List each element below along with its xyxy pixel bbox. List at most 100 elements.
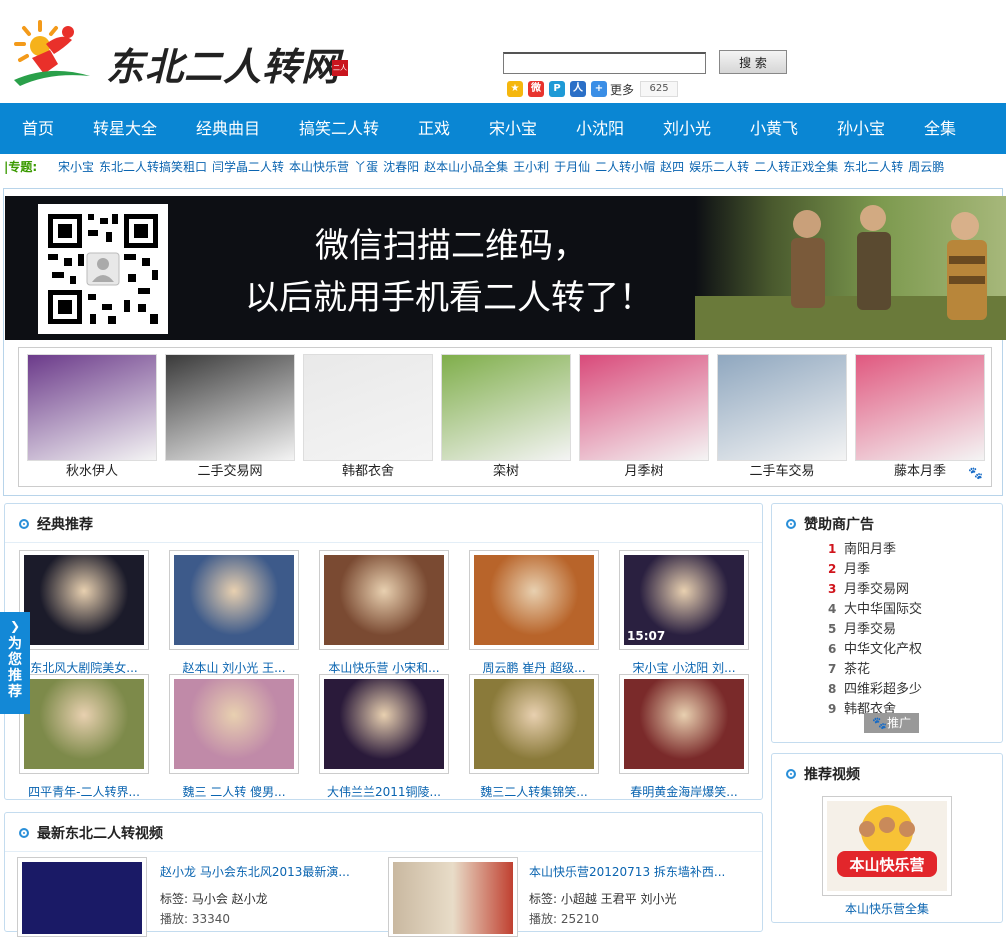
- sponsor-item[interactable]: 2 月季: [828, 559, 948, 579]
- topic-link[interactable]: 周云鹏: [908, 160, 944, 174]
- latest-title-1[interactable]: 赵小龙 马小会东北风2013最新演...: [160, 863, 350, 880]
- image-ad-item[interactable]: 秋水伊人: [27, 354, 157, 481]
- weibo-icon[interactable]: 微: [528, 81, 544, 97]
- image-ad-item[interactable]: 韩都衣舍: [303, 354, 433, 481]
- video-item[interactable]: 15:07 宋小宝 小沈阳 刘...: [619, 550, 749, 676]
- topic-link[interactable]: 沈春阳: [383, 160, 419, 174]
- image-ad-item[interactable]: 二手交易网: [165, 354, 295, 481]
- latest-thumb-2[interactable]: [388, 857, 518, 937]
- nav-funny[interactable]: 搞笑二人转: [299, 103, 379, 154]
- sponsor-item[interactable]: 3 月季交易网: [828, 579, 948, 599]
- nav-song-xiaobao[interactable]: 宋小宝: [489, 103, 537, 154]
- video-caption[interactable]: 大伟兰兰2011铜陵...: [319, 783, 449, 800]
- nav-sun-xiaobao[interactable]: 孙小宝: [837, 103, 885, 154]
- nav-zhengxi[interactable]: 正戏: [418, 103, 450, 154]
- image-ad-item[interactable]: 栾树: [441, 354, 571, 481]
- tencent-weibo-icon[interactable]: P: [549, 81, 565, 97]
- recommend-video-thumb[interactable]: 本山快乐营: [822, 796, 952, 896]
- nav-stars[interactable]: 转星大全: [93, 103, 157, 154]
- side-recommend-float[interactable]: ❯ 为您推荐: [0, 612, 30, 714]
- topic-link[interactable]: 丫蛋: [354, 160, 378, 174]
- video-item[interactable]: 本山快乐营 小宋和...: [319, 550, 449, 676]
- share-more-link[interactable]: 更多: [610, 81, 634, 98]
- video-thumb[interactable]: [19, 550, 149, 650]
- sponsor-item[interactable]: 7 茶花: [828, 659, 948, 679]
- video-item[interactable]: 魏三二人转集锦笑...: [469, 674, 599, 800]
- video-thumb-image: [474, 555, 594, 645]
- latest-title-2[interactable]: 本山快乐营20120713 拆东墙补西...: [529, 863, 725, 880]
- image-ad-item[interactable]: 藤本月季: [855, 354, 985, 481]
- topic-link[interactable]: 东北二人转搞笑粗口: [99, 160, 207, 174]
- sponsor-item[interactable]: 1 南阳月季: [828, 539, 948, 559]
- nav-classic[interactable]: 经典曲目: [196, 103, 260, 154]
- video-caption[interactable]: 魏三 二人转 傻男...: [169, 783, 299, 800]
- video-item[interactable]: 东北风大剧院美女...: [19, 550, 149, 676]
- latest-extra-1: 播放: 33340: [160, 912, 231, 926]
- topic-link[interactable]: 二人转小帽: [595, 160, 655, 174]
- topic-link[interactable]: 赵本山小品全集: [424, 160, 508, 174]
- search-button[interactable]: 搜 索: [719, 50, 787, 74]
- qzone-icon[interactable]: ★: [507, 81, 523, 97]
- recommend-caption[interactable]: 本山快乐营全集: [822, 900, 952, 917]
- video-item[interactable]: 赵本山 刘小光 王...: [169, 550, 299, 676]
- video-thumb[interactable]: 15:07: [619, 550, 749, 650]
- sponsor-item[interactable]: 5 月季交易: [828, 619, 948, 639]
- nav-xiao-huangfei[interactable]: 小黄飞: [750, 103, 798, 154]
- image-ad-caption: 韩都衣舍: [341, 464, 394, 479]
- video-thumb[interactable]: [319, 550, 449, 650]
- topic-link[interactable]: 二人转正戏全集: [754, 160, 838, 174]
- nav-xiao-shenyang[interactable]: 小沈阳: [576, 103, 624, 154]
- video-thumb-image: [24, 555, 144, 645]
- topic-link[interactable]: 东北二人转: [843, 160, 903, 174]
- sponsor-item[interactable]: 6 中华文化产权: [828, 639, 948, 659]
- logo-figure-icon: [14, 20, 90, 86]
- share-plus-icon[interactable]: +: [591, 81, 607, 97]
- video-thumb[interactable]: [169, 550, 299, 650]
- image-ad-caption: 二手交易网: [197, 464, 263, 479]
- nav-home[interactable]: 首页: [22, 103, 54, 154]
- image-ad-item[interactable]: 二手车交易: [717, 354, 847, 481]
- topic-link[interactable]: 于月仙: [554, 160, 590, 174]
- latest-thumb-1[interactable]: [17, 857, 147, 937]
- panel-divider: [5, 542, 762, 543]
- video-item[interactable]: 大伟兰兰2011铜陵...: [319, 674, 449, 800]
- image-ad-thumb: [717, 354, 847, 461]
- topic-link[interactable]: 娱乐二人转: [689, 160, 749, 174]
- promote-badge[interactable]: 🐾推广: [864, 713, 919, 733]
- latest-panel: 最新东北二人转视频 赵小龙 马小会东北风2013最新演... 标签: 马小会 赵…: [4, 812, 763, 937]
- topic-link[interactable]: 宋小宝: [58, 160, 94, 174]
- topic-link[interactable]: 赵四: [660, 160, 684, 174]
- image-ad-caption: 藤本月季: [893, 464, 946, 479]
- image-ad-thumb: [855, 354, 985, 461]
- image-ad-item[interactable]: 月季树: [579, 354, 709, 481]
- video-item[interactable]: 四平青年-二人转界...: [19, 674, 149, 800]
- site-logo[interactable]: 东北二人转网 二人转: [10, 14, 350, 92]
- latest-title-text: 最新东北二人转视频: [37, 826, 163, 842]
- video-caption[interactable]: 春明黄金海岸爆笑...: [619, 783, 749, 800]
- video-caption[interactable]: 四平青年-二人转界...: [19, 783, 149, 800]
- latest-thumb-image: [393, 862, 513, 934]
- nav-liu-xiaoguang[interactable]: 刘小光: [663, 103, 711, 154]
- video-thumb[interactable]: [619, 674, 749, 774]
- search-input[interactable]: [503, 52, 706, 74]
- video-caption[interactable]: 魏三二人转集锦笑...: [469, 783, 599, 800]
- svg-text:本山快乐营: 本山快乐营: [849, 856, 924, 874]
- paw-icon[interactable]: 🐾: [968, 466, 983, 480]
- sponsor-item[interactable]: 4 大中华国际交: [828, 599, 948, 619]
- sponsor-item[interactable]: 8 四维彩超多少: [828, 679, 948, 699]
- wechat-banner[interactable]: 微信扫描二维码， 以后就用手机看二人转了！: [5, 196, 1006, 340]
- video-thumb[interactable]: [169, 674, 299, 774]
- video-thumb[interactable]: [19, 674, 149, 774]
- video-item[interactable]: 春明黄金海岸爆笑...: [619, 674, 749, 800]
- video-item[interactable]: 魏三 二人转 傻男...: [169, 674, 299, 800]
- nav-collection[interactable]: 全集: [924, 103, 956, 154]
- video-thumb[interactable]: [469, 550, 599, 650]
- topic-link[interactable]: 本山快乐营: [289, 160, 349, 174]
- video-thumb-image: [174, 555, 294, 645]
- renren-icon[interactable]: 人: [570, 81, 586, 97]
- topic-link[interactable]: 闫学晶二人转: [212, 160, 284, 174]
- video-thumb[interactable]: [319, 674, 449, 774]
- video-thumb[interactable]: [469, 674, 599, 774]
- topic-link[interactable]: 王小利: [513, 160, 549, 174]
- video-item[interactable]: 周云鹏 崔丹 超级...: [469, 550, 599, 676]
